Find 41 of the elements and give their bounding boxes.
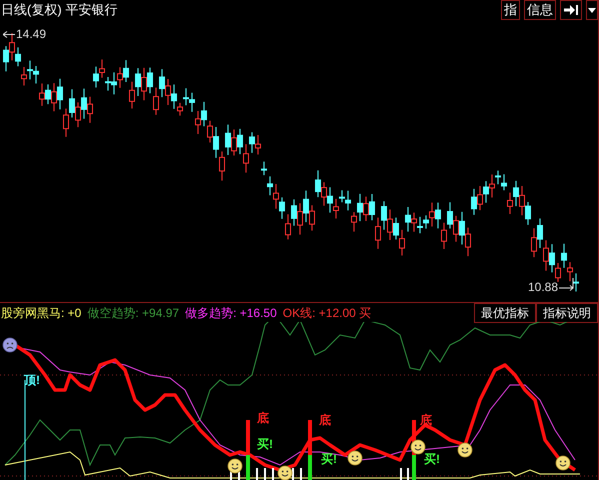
volume-tick	[407, 468, 409, 480]
volume-tick	[272, 468, 274, 480]
smiley-icon	[278, 466, 292, 480]
signal-label: 底	[257, 412, 269, 425]
smiley-icon	[556, 456, 570, 470]
smiley-icon	[228, 458, 242, 474]
signal-bar	[308, 420, 312, 480]
stock-name: 平安银行	[66, 1, 118, 20]
arrow-icon	[559, 278, 576, 294]
low-price-label: 10.88	[528, 280, 558, 294]
smiley-icon	[410, 440, 426, 454]
signal-label: 买!	[321, 453, 337, 466]
volume-tick	[292, 468, 294, 480]
arrow-to-bar-icon	[564, 5, 578, 15]
caret-icon	[588, 8, 596, 12]
volume-tick	[400, 468, 402, 480]
volume-tick	[300, 468, 302, 480]
volume-tick	[256, 468, 258, 480]
signal-label: 买!	[424, 453, 440, 466]
period-label: 日线(复权)	[1, 1, 62, 20]
legend-value: 做空趋势: +94.97	[87, 305, 180, 322]
jump-to-end-button[interactable]	[560, 0, 582, 20]
high-price-label: 14.49	[16, 26, 46, 43]
indicator-button[interactable]: 指标说明	[536, 303, 598, 323]
indicator-button[interactable]: 最优指标	[474, 303, 536, 323]
smiley-icon	[348, 450, 362, 466]
legend-value: OK线: +12.00 买	[282, 305, 372, 322]
arrow-icon	[3, 30, 15, 38]
signal-label: 底	[319, 414, 331, 427]
legend-value: 做多趋势: +16.50	[185, 305, 277, 322]
signal-label: 买!	[257, 438, 273, 451]
toolbar-button[interactable]: 信息	[524, 0, 556, 20]
toolbar-button[interactable]: 指	[501, 0, 520, 20]
signal-label: 底	[420, 414, 432, 427]
legend-value: 股旁网黑马: +0	[1, 305, 82, 322]
smiley-icon	[458, 442, 472, 458]
signal-bar	[246, 420, 250, 480]
volume-tick	[264, 468, 266, 480]
signal-label: 顶!	[24, 374, 40, 387]
sad-face-icon	[2, 338, 18, 352]
dropdown-button[interactable]	[586, 0, 598, 20]
